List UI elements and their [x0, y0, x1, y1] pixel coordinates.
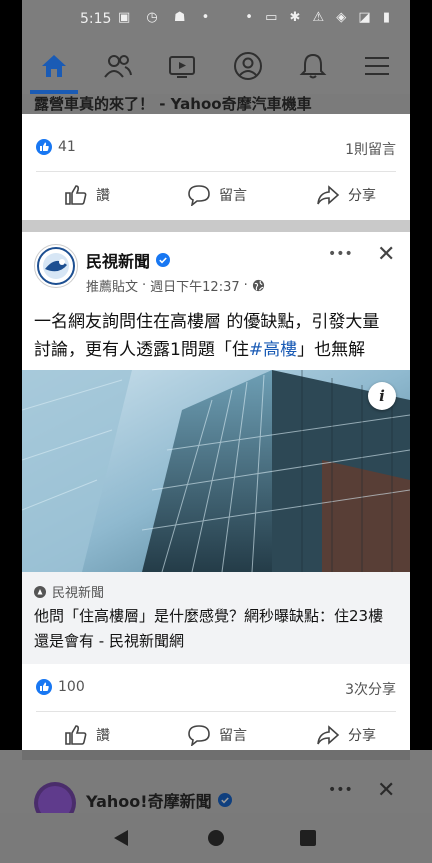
comment-label: 留言	[219, 188, 247, 204]
like-button[interactable]: 讚	[64, 724, 110, 746]
globe-icon	[252, 279, 264, 292]
post-card-2: 民視新聞 推薦貼文 · 週日下午12:37 · ••• ✕ 一名網友詢問住在高樓…	[22, 232, 410, 750]
comment-icon	[188, 185, 210, 206]
like-button[interactable]: 讚	[64, 184, 110, 206]
friends-tab[interactable]	[98, 50, 138, 82]
share-icon	[317, 185, 340, 205]
share-button[interactable]: 分享	[316, 184, 376, 206]
status-bar: 5:15 ▣ ◷ ☗ • • ▭ ✱ ⚠ ◈ ◪ ▮	[22, 0, 410, 40]
notification-icons: ▣ ◷ ☗ •	[118, 10, 216, 25]
more-options-icon[interactable]: •••	[328, 782, 353, 798]
comment-icon	[188, 725, 210, 746]
post-card-3-header: Yahoo!奇摩新聞 ••• ✕	[22, 760, 410, 813]
profile-icon	[234, 52, 262, 80]
system-navigation-bar	[0, 813, 432, 863]
status-time: 5:15	[80, 11, 112, 27]
post-text-end: 」也無解	[297, 340, 366, 360]
page-name[interactable]: Yahoo!奇摩新聞	[86, 788, 212, 812]
menu-tab[interactable]	[357, 50, 397, 82]
meta-dot: ·	[142, 278, 147, 293]
reaction-summary[interactable]: 100	[36, 679, 85, 695]
link-preview-box[interactable]: 民視新聞 他問「住高樓層」是什麼感覺？網秒曝缺點：住23樓還是會有 - 民視新聞…	[22, 572, 410, 664]
comment-button[interactable]: 留言	[187, 724, 247, 746]
hashtag-link[interactable]: #高樓	[249, 340, 297, 360]
meta-dot: ·	[243, 278, 248, 293]
comment-count[interactable]: 1則留言	[345, 139, 396, 159]
yahoo-logo-icon	[38, 786, 72, 813]
page-name[interactable]: 民視新聞	[86, 248, 150, 272]
page-avatar[interactable]	[34, 782, 76, 813]
like-count: 100	[58, 679, 85, 695]
notifications-tab[interactable]	[293, 50, 333, 82]
like-reaction-icon	[36, 679, 52, 695]
video-icon	[169, 56, 195, 78]
comment-label: 留言	[219, 728, 247, 744]
comment-button[interactable]: 留言	[187, 184, 247, 206]
page-avatar[interactable]	[34, 244, 78, 288]
thumbs-up-icon	[65, 185, 87, 205]
verified-badge-icon	[156, 253, 171, 267]
watch-tab[interactable]	[162, 50, 202, 82]
back-icon[interactable]	[112, 829, 130, 847]
recents-icon[interactable]	[300, 830, 316, 846]
previous-post-headline-strip: 露營車真的來了！ - Yahoo奇摩汽車機車	[22, 94, 410, 114]
close-post-icon[interactable]: ✕	[377, 778, 395, 803]
feed-separator	[22, 220, 410, 232]
profile-tab[interactable]	[228, 50, 268, 82]
link-source: 民視新聞	[52, 586, 105, 601]
home-tab[interactable]	[34, 50, 74, 82]
skyscraper-image	[22, 370, 410, 572]
like-label: 讚	[96, 728, 110, 744]
info-icon: i	[379, 387, 385, 405]
like-count: 41	[58, 139, 76, 155]
feed-separator	[22, 750, 410, 760]
home-circle-icon[interactable]	[207, 829, 225, 847]
share-label: 分享	[348, 188, 376, 204]
ftv-logo-icon	[37, 247, 75, 285]
hamburger-menu-icon	[365, 57, 389, 75]
info-button[interactable]: i	[368, 382, 396, 410]
like-label: 讚	[96, 188, 110, 204]
post-text: 一名網友詢問住在高樓層 的優缺點，引發大量討論，更有人透露1問題「住#高樓」也無…	[34, 308, 394, 364]
share-icon	[317, 725, 340, 745]
share-count[interactable]: 3次分享	[345, 679, 396, 699]
link-preview-image[interactable]	[22, 370, 410, 572]
like-reaction-icon	[36, 139, 52, 155]
link-source-icon	[34, 585, 46, 598]
verified-badge-icon	[217, 793, 232, 807]
post-card-1: 41 1則留言 讚 留言 分享	[22, 114, 410, 220]
more-options-icon[interactable]: •••	[328, 246, 353, 262]
share-button[interactable]: 分享	[316, 724, 376, 746]
previous-post-headline[interactable]: 露營車真的來了！ - Yahoo奇摩汽車機車	[34, 94, 312, 114]
reaction-summary[interactable]: 41	[36, 139, 76, 155]
friends-icon	[104, 55, 132, 78]
link-title[interactable]: 他問「住高樓層」是什麼感覺？網秒曝缺點：住23樓還是會有 - 民視新聞網	[34, 604, 394, 654]
divider	[36, 711, 396, 712]
sponsored-label: 推薦貼文	[86, 280, 139, 295]
post-time[interactable]: 週日下午12:37	[150, 276, 239, 295]
system-status-icons: • ▭ ✱ ⚠ ◈ ◪ ▮	[245, 10, 394, 25]
bell-icon	[299, 53, 327, 79]
facebook-nav-bar	[22, 40, 410, 94]
share-label: 分享	[348, 728, 376, 744]
divider	[36, 171, 396, 172]
home-icon	[42, 55, 66, 77]
close-post-icon[interactable]: ✕	[377, 242, 395, 267]
thumbs-up-icon	[65, 725, 87, 745]
